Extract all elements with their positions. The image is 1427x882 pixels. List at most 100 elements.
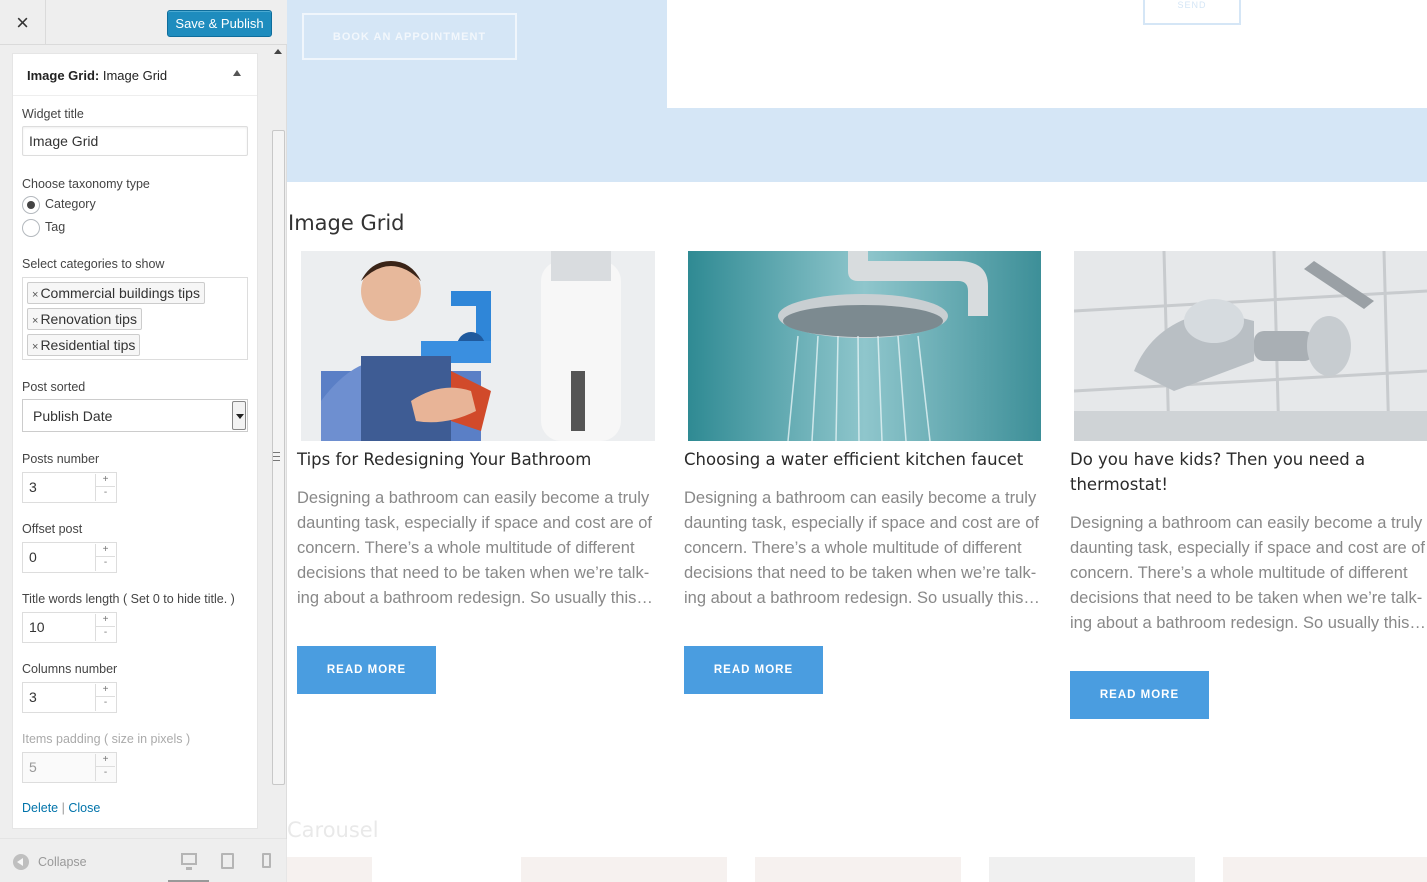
plumber-image: [301, 251, 655, 441]
category-tag: × Commercial buildings tips: [27, 282, 205, 304]
increment-icon[interactable]: +: [96, 614, 115, 627]
carousel-image[interactable]: [989, 857, 1195, 882]
resize-handle-icon[interactable]: [273, 452, 280, 461]
site-preview: BOOK AN APPOINTMENT SEND Image Grid Tips…: [287, 0, 1427, 882]
close-customizer-button[interactable]: ×: [0, 0, 46, 45]
post-excerpt: Designing a bathroom can easily become a…: [1070, 514, 1426, 632]
scroll-up-icon[interactable]: [274, 49, 282, 54]
widget-title-input[interactable]: [22, 126, 248, 156]
decrement-icon[interactable]: -: [96, 487, 115, 500]
section-title: Image Grid: [288, 211, 405, 235]
collapse-icon[interactable]: [13, 854, 29, 870]
sidebar-header: × Save & Publish: [0, 0, 287, 45]
category-tag-label: Commercial buildings tips: [40, 285, 200, 301]
decrement-icon[interactable]: -: [96, 557, 115, 570]
padding-label: Items padding ( size in pixels ): [22, 732, 191, 746]
title-words-label: Title words length ( Set 0 to hide title…: [22, 592, 235, 606]
offset-stepper[interactable]: + -: [95, 544, 115, 571]
radio-category-label: Category: [45, 197, 96, 211]
sidebar-footer: Collapse: [0, 838, 287, 882]
carousel-image[interactable]: [521, 857, 727, 882]
remove-tag-icon[interactable]: ×: [32, 315, 38, 327]
post-excerpt: Designing a bathroom can easily become a…: [297, 489, 653, 607]
columns-input[interactable]: 3 + -: [22, 682, 117, 713]
offset-label: Offset post: [22, 522, 83, 536]
radio-category[interactable]: [22, 196, 40, 214]
read-more-button[interactable]: READ MORE: [297, 646, 436, 694]
post-title[interactable]: Choosing a water efficient kitchen fauce…: [684, 447, 1044, 472]
desktop-preview-icon[interactable]: [181, 853, 197, 870]
post-thumbnail-faucet[interactable]: [1074, 251, 1427, 441]
read-more-button[interactable]: READ MORE: [684, 646, 823, 694]
post-sorted-select[interactable]: Publish Date: [22, 399, 248, 432]
post-title[interactable]: Tips for Redesigning Your Bathroom: [297, 447, 657, 472]
faucet-image: [1074, 251, 1427, 441]
widget-title-label: Widget title: [22, 107, 84, 121]
shower-image: [688, 251, 1041, 441]
close-link[interactable]: Close: [68, 801, 100, 815]
chevron-down-icon[interactable]: [232, 401, 246, 430]
title-words-stepper[interactable]: + -: [95, 614, 115, 641]
contact-form-card: SEND: [667, 0, 1427, 108]
radio-tag[interactable]: [22, 219, 40, 237]
columns-value: 3: [29, 689, 37, 705]
category-tag-label: Renovation tips: [40, 311, 137, 327]
post-thumbnail-shower[interactable]: [688, 251, 1041, 441]
close-icon: ×: [16, 9, 29, 35]
categories-multiselect[interactable]: × Commercial buildings tips × Renovation t…: [22, 277, 248, 360]
categories-label: Select categories to show: [22, 257, 165, 271]
taxonomy-label: Choose taxonomy type: [22, 177, 150, 191]
decrement-icon[interactable]: -: [96, 767, 115, 780]
collapse-arrow-icon[interactable]: [233, 70, 241, 76]
save-publish-button[interactable]: Save & Publish: [167, 10, 272, 37]
increment-icon[interactable]: +: [96, 684, 115, 697]
padding-input[interactable]: 5 + -: [22, 752, 117, 783]
category-tag: × Residential tips: [27, 334, 141, 356]
delete-link[interactable]: Delete: [22, 801, 58, 815]
carousel-image[interactable]: [1223, 857, 1427, 882]
post-excerpt: Designing a bathroom can easily become a…: [684, 489, 1040, 607]
remove-tag-icon[interactable]: ×: [32, 341, 38, 353]
posts-number-input[interactable]: 3 + -: [22, 472, 117, 503]
post-sorted-value: Publish Date: [33, 408, 113, 424]
increment-icon[interactable]: +: [96, 474, 115, 487]
decrement-icon[interactable]: -: [96, 627, 115, 640]
offset-input[interactable]: 0 + -: [22, 542, 117, 573]
posts-number-stepper[interactable]: + -: [95, 474, 115, 501]
send-button[interactable]: SEND: [1143, 0, 1241, 25]
carousel-image[interactable]: [755, 857, 961, 882]
title-words-input[interactable]: 10 + -: [22, 612, 117, 643]
offset-value: 0: [29, 549, 37, 565]
remove-tag-icon[interactable]: ×: [32, 289, 38, 301]
post-thumbnail-plumber[interactable]: [301, 251, 655, 441]
columns-label: Columns number: [22, 662, 118, 676]
padding-value: 5: [29, 759, 37, 775]
read-more-button[interactable]: READ MORE: [1070, 671, 1209, 719]
posts-number-label: Posts number: [22, 452, 100, 466]
widget-actions: Delete | Close: [22, 801, 100, 815]
customizer-screen: × Save & Publish Image Grid: Image Grid …: [0, 0, 1427, 882]
increment-icon[interactable]: +: [96, 544, 115, 557]
category-tag: × Renovation tips: [27, 308, 142, 330]
book-appointment-button[interactable]: BOOK AN APPOINTMENT: [302, 13, 517, 60]
widget-header[interactable]: Image Grid: Image Grid: [13, 54, 257, 96]
decrement-icon[interactable]: -: [96, 697, 115, 710]
increment-icon[interactable]: +: [96, 754, 115, 767]
radio-tag-label: Tag: [45, 220, 66, 234]
mobile-preview-icon[interactable]: [262, 853, 271, 868]
category-tag-label: Residential tips: [40, 337, 136, 353]
widget-type-label: Image Grid:: [27, 68, 100, 83]
title-words-value: 10: [29, 619, 45, 635]
widget-name-label: Image Grid: [99, 68, 168, 83]
link-separator: |: [61, 801, 65, 815]
tablet-preview-icon[interactable]: [221, 853, 234, 869]
collapse-label[interactable]: Collapse: [38, 855, 87, 869]
post-title[interactable]: Do you have kids? Then you need a thermo…: [1070, 447, 1427, 497]
customizer-sidebar: × Save & Publish Image Grid: Image Grid …: [0, 0, 287, 882]
posts-number-value: 3: [29, 479, 37, 495]
carousel-section-title: Carousel: [287, 818, 379, 842]
post-sorted-label: Post sorted: [22, 380, 86, 394]
padding-stepper[interactable]: + -: [95, 754, 115, 781]
carousel-image[interactable]: [287, 857, 372, 882]
columns-stepper[interactable]: + -: [95, 684, 115, 711]
